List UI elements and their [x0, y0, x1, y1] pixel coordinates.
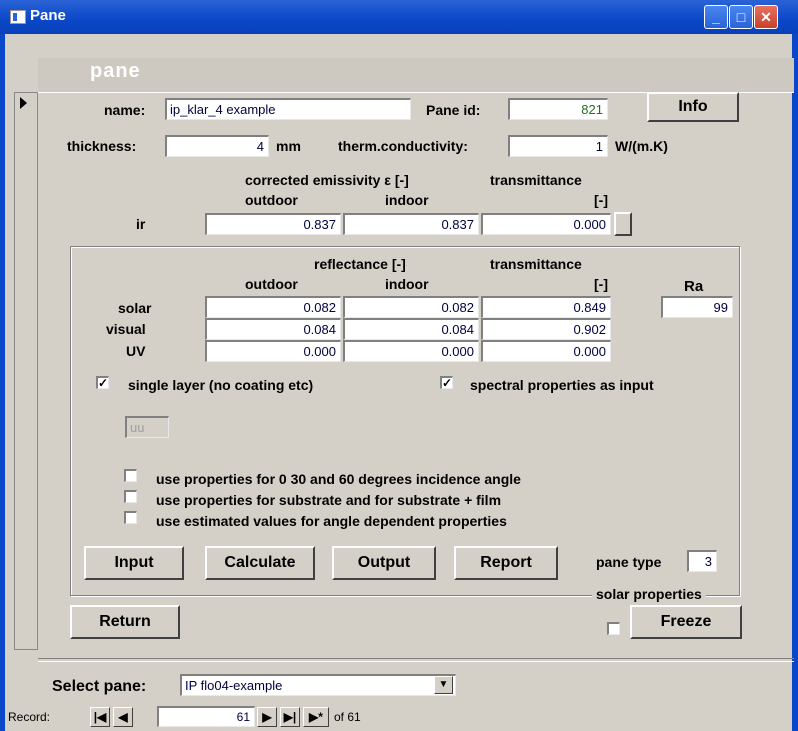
current-record-arrow-icon — [20, 97, 27, 109]
name-label: name: — [104, 102, 146, 118]
prev-record-icon[interactable]: ◀ — [113, 707, 133, 727]
form-header — [38, 58, 794, 92]
spectral-checkbox[interactable]: ✓ — [440, 376, 453, 389]
uu-field[interactable]: uu — [125, 416, 169, 438]
ir-label: ir — [136, 216, 146, 232]
uv-outdoor-field[interactable]: 0.000 — [205, 340, 341, 362]
spectral-label: spectral properties as input — [470, 377, 654, 393]
footer-divider — [38, 658, 794, 662]
outdoor-header: outdoor — [245, 276, 298, 292]
pane-id-field[interactable]: 821 — [508, 98, 608, 120]
pane-type-field[interactable]: 3 — [687, 550, 717, 572]
thickness-field[interactable]: 4 — [165, 135, 269, 157]
ir-transmittance-field[interactable]: 0.000 — [481, 213, 611, 235]
estimated-values-checkbox[interactable] — [124, 511, 137, 524]
ir-outdoor-field[interactable]: 0.837 — [205, 213, 341, 235]
record-selector[interactable] — [14, 92, 38, 650]
select-pane-dropdown[interactable]: IP flo04-example — [180, 674, 456, 696]
uv-indoor-field[interactable]: 0.000 — [343, 340, 479, 362]
estimated-values-label: use estimated values for angle dependent… — [156, 513, 507, 529]
info-button[interactable]: Info — [647, 92, 739, 122]
window-title: Pane — [30, 7, 66, 24]
form-icon — [10, 10, 26, 24]
solar-properties-label: solar properties — [592, 586, 706, 602]
transmittance-unit: [-] — [594, 276, 608, 292]
form-heading: pane — [90, 60, 141, 82]
record-label: Record: — [8, 710, 51, 724]
uv-transmittance-field[interactable]: 0.000 — [481, 340, 611, 362]
input-button[interactable]: Input — [84, 546, 184, 580]
ra-header: Ra — [684, 278, 704, 295]
visual-outdoor-field[interactable]: 0.084 — [205, 318, 341, 340]
conductivity-label: therm.conductivity: — [338, 138, 468, 154]
next-record-icon[interactable]: ▶ — [257, 707, 277, 727]
reflectance-header: reflectance [-] — [314, 256, 406, 272]
visual-transmittance-field[interactable]: 0.902 — [481, 318, 611, 340]
ir-transmittance-header: transmittance — [490, 172, 582, 188]
last-record-icon[interactable]: ▶| — [280, 707, 300, 727]
incidence-angle-checkbox[interactable] — [124, 469, 137, 482]
uv-label: UV — [126, 343, 146, 359]
window-border-left — [0, 34, 5, 731]
pane-id-label: Pane id: — [426, 102, 481, 118]
ra-field[interactable]: 99 — [661, 296, 733, 318]
indoor-header: indoor — [385, 276, 429, 292]
title-bar[interactable]: Pane _ □ ✕ — [0, 0, 798, 34]
incidence-angle-label: use properties for 0 30 and 60 degrees i… — [156, 471, 521, 487]
substrate-checkbox[interactable] — [124, 490, 137, 503]
ir-indoor-field[interactable]: 0.837 — [343, 213, 479, 235]
minimize-button[interactable]: _ — [704, 5, 728, 29]
transmittance-header: transmittance — [490, 256, 582, 272]
ir-small-button[interactable] — [614, 212, 632, 236]
ir-transmittance-unit: [-] — [594, 192, 608, 208]
visual-indoor-field[interactable]: 0.084 — [343, 318, 479, 340]
close-button[interactable]: ✕ — [754, 5, 778, 29]
freeze-checkbox[interactable] — [607, 622, 620, 635]
maximize-button[interactable]: □ — [729, 5, 753, 29]
conductivity-field[interactable]: 1 — [508, 135, 608, 157]
freeze-button[interactable]: Freeze — [630, 605, 742, 639]
name-field[interactable]: ip_klar_4 example — [165, 98, 411, 120]
return-button[interactable]: Return — [70, 605, 180, 639]
ir-indoor-header: indoor — [385, 192, 429, 208]
solar-label: solar — [118, 300, 152, 316]
output-button[interactable]: Output — [332, 546, 436, 580]
report-button[interactable]: Report — [454, 546, 558, 580]
pane-type-label: pane type — [596, 554, 662, 570]
emissivity-header: corrected emissivity ε [-] — [245, 172, 409, 188]
solar-indoor-field[interactable]: 0.082 — [343, 296, 479, 318]
solar-transmittance-field[interactable]: 0.849 — [481, 296, 611, 318]
conductivity-unit: W/(m.K) — [615, 138, 668, 154]
thickness-unit: mm — [276, 138, 301, 154]
first-record-icon[interactable]: |◀ — [90, 707, 110, 727]
single-layer-label: single layer (no coating etc) — [128, 377, 314, 393]
thickness-label: thickness: — [67, 138, 137, 154]
dropdown-arrow-icon[interactable]: ▼ — [434, 676, 453, 694]
solar-outdoor-field[interactable]: 0.082 — [205, 296, 341, 318]
select-pane-label: Select pane: — [52, 678, 147, 695]
record-number-field[interactable]: 61 — [157, 706, 255, 727]
ir-outdoor-header: outdoor — [245, 192, 298, 208]
new-record-icon[interactable]: ▶* — [303, 707, 329, 727]
select-pane-value: IP flo04-example — [185, 678, 283, 693]
substrate-label: use properties for substrate and for sub… — [156, 492, 502, 508]
single-layer-checkbox[interactable]: ✓ — [96, 376, 109, 389]
record-count: of 61 — [334, 710, 361, 724]
calculate-button[interactable]: Calculate — [205, 546, 315, 580]
visual-label: visual — [106, 321, 146, 337]
